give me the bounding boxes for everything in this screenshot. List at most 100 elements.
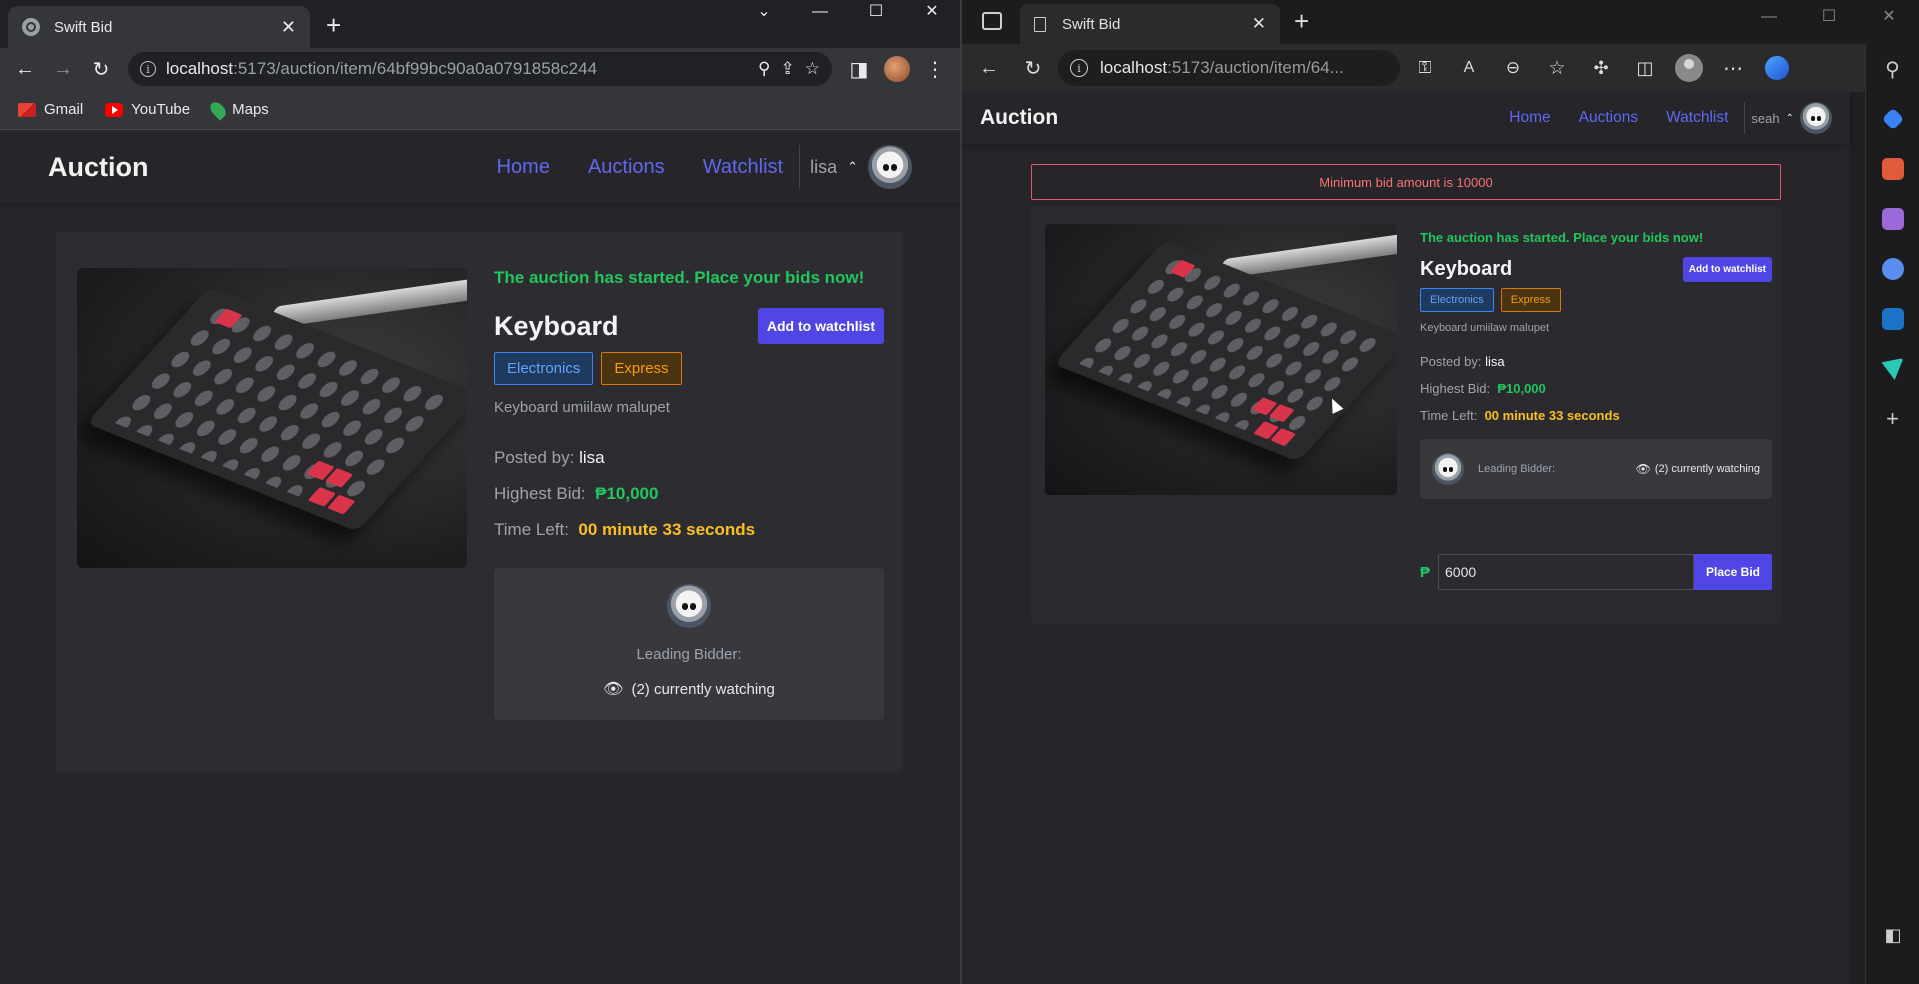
read-aloud-icon[interactable]: A: [1450, 50, 1488, 86]
bookmark-youtube[interactable]: YouTube: [105, 101, 190, 118]
brand-logo[interactable]: Auction: [980, 106, 1058, 130]
profile-avatar[interactable]: [1670, 50, 1708, 86]
reload-icon[interactable]: ↻: [1014, 50, 1052, 86]
keyboard-photo: [1045, 224, 1397, 495]
sidebar-drop[interactable]: [1866, 344, 1919, 394]
user-menu[interactable]: lisa ⌃: [799, 145, 912, 189]
sidebar-m365[interactable]: [1866, 244, 1919, 294]
site-info-icon[interactable]: i: [1070, 59, 1088, 77]
leading-bidder-avatar: [667, 584, 711, 628]
split-screen-icon[interactable]: ◫: [1626, 50, 1664, 86]
bookmark-star-icon[interactable]: ☆: [805, 59, 820, 79]
sidebar-search[interactable]: ⚲: [1866, 44, 1919, 94]
nav-auctions[interactable]: Auctions: [1579, 109, 1638, 127]
menu-kebab-icon[interactable]: ⋮: [918, 52, 952, 86]
user-menu[interactable]: seah ⌃: [1744, 102, 1832, 134]
close-tab-icon[interactable]: ✕: [281, 17, 296, 38]
minimize-button[interactable]: —: [792, 0, 848, 26]
site-info-icon[interactable]: i: [140, 61, 156, 77]
more-menu-icon[interactable]: ⋯: [1714, 50, 1752, 86]
item-details: The auction has started. Place your bids…: [494, 268, 884, 720]
bid-amount-input[interactable]: [1438, 554, 1694, 590]
maximize-button[interactable]: ☐: [848, 0, 904, 26]
address-bar[interactable]: i localhost:5173/auction/item/64...: [1058, 50, 1400, 86]
add-to-watchlist-button[interactable]: Add to watchlist: [1682, 257, 1772, 282]
brand-logo[interactable]: Auction: [48, 152, 149, 183]
edge-tab[interactable]: Swift Bid ✕: [1020, 4, 1280, 44]
sidebar-shopping[interactable]: [1866, 94, 1919, 144]
monitor-stand: [271, 277, 467, 328]
address-bar[interactable]: i localhost:5173/auction/item/64bf99bc90…: [128, 52, 832, 86]
copilot-icon[interactable]: [1758, 50, 1796, 86]
bookmark-gmail[interactable]: Gmail: [18, 101, 83, 118]
back-icon[interactable]: ←: [8, 52, 42, 86]
bookmark-maps[interactable]: Maps: [207, 98, 269, 121]
avatar[interactable]: [868, 145, 912, 189]
tab-search-icon[interactable]: ⌄: [736, 0, 792, 26]
place-bid-button[interactable]: Place Bid: [1694, 554, 1772, 590]
zoom-out-icon[interactable]: ⊖: [1494, 50, 1532, 86]
toolbox-icon: [1881, 158, 1904, 180]
desktop: Swift Bid ✕ + ⌄ — ☐ ✕ ← → ↻ i localhost:…: [0, 0, 1919, 984]
key-icon[interactable]: ⚿: [1406, 50, 1444, 86]
side-panel-icon[interactable]: ◨: [842, 52, 876, 86]
extensions-icon[interactable]: ✣: [1582, 50, 1620, 86]
tag-express[interactable]: Express: [1500, 288, 1561, 312]
tab-title: Swift Bid: [54, 18, 113, 36]
zoom-icon[interactable]: ⚲: [758, 59, 770, 79]
chrome-tab[interactable]: Swift Bid ✕: [8, 6, 310, 48]
edge-toolbar: ← ↻ i localhost:5173/auction/item/64... …: [962, 44, 1919, 92]
gmail-icon: [18, 102, 36, 117]
new-tab-button[interactable]: +: [1294, 6, 1309, 37]
reload-icon[interactable]: ↻: [84, 52, 118, 86]
edge-sidebar: ⚲ + ◧: [1865, 44, 1919, 984]
leading-bidder-label: Leading Bidder:: [1478, 463, 1556, 475]
avatar[interactable]: [1800, 102, 1832, 134]
time-left-row: Time Left: 00 minute 33 seconds: [1420, 408, 1620, 423]
nav-home[interactable]: Home: [1509, 109, 1550, 127]
youtube-icon: [105, 102, 124, 117]
edge-window: Swift Bid ✕ + — ☐ ✕ ← ↻ i localhost:5173…: [962, 0, 1919, 984]
monitor-stand: [1220, 232, 1397, 279]
sidebar-tools[interactable]: [1866, 144, 1919, 194]
new-tab-button[interactable]: +: [326, 10, 341, 41]
nav-home[interactable]: Home: [497, 156, 550, 179]
leading-bidder-box: Leading Bidder: 👁 (2) currently watching: [1420, 439, 1772, 499]
tab-actions-icon[interactable]: [982, 12, 1002, 30]
username: seah: [1751, 110, 1780, 126]
share-icon[interactable]: ⇪: [781, 59, 795, 79]
chrome-tab-bar: Swift Bid ✕ + ⌄ — ☐ ✕: [0, 0, 960, 48]
forward-icon[interactable]: →: [46, 52, 80, 86]
sidebar-outlook[interactable]: [1866, 294, 1919, 344]
add-icon: +: [1886, 406, 1899, 431]
chevron-up-icon: ⌃: [847, 159, 858, 174]
favorite-star-icon[interactable]: ☆: [1538, 50, 1576, 86]
auction-page: Auction Home Auctions Watchlist lisa ⌃ T…: [0, 131, 960, 984]
close-tab-icon[interactable]: ✕: [1252, 14, 1266, 34]
site-navbar: Auction Home Auctions Watchlist seah ⌃: [962, 92, 1850, 144]
url-text[interactable]: localhost:5173/auction/item/64bf99bc90a0…: [166, 59, 748, 79]
chrome-toolbar: ← → ↻ i localhost:5173/auction/item/64bf…: [0, 48, 960, 90]
error-alert: Minimum bid amount is 10000: [1031, 164, 1781, 200]
sidebar-toggle[interactable]: ◧: [1866, 910, 1919, 960]
nav-watchlist[interactable]: Watchlist: [703, 156, 783, 179]
tag-express[interactable]: Express: [601, 352, 682, 385]
maximize-button[interactable]: ☐: [1799, 0, 1859, 34]
url-text[interactable]: localhost:5173/auction/item/64...: [1100, 58, 1344, 78]
sidebar-games[interactable]: [1866, 194, 1919, 244]
nav-auctions[interactable]: Auctions: [588, 156, 665, 179]
outlook-icon: [1881, 308, 1904, 330]
close-window-button[interactable]: ✕: [1859, 0, 1919, 34]
nav-watchlist[interactable]: Watchlist: [1666, 109, 1728, 127]
tag-electronics[interactable]: Electronics: [494, 352, 594, 385]
tag-electronics[interactable]: Electronics: [1420, 288, 1494, 312]
sidebar-add[interactable]: +: [1866, 394, 1919, 444]
back-icon[interactable]: ←: [970, 50, 1008, 86]
close-window-button[interactable]: ✕: [904, 0, 960, 26]
username: lisa: [810, 156, 838, 177]
add-to-watchlist-button[interactable]: Add to watchlist: [757, 308, 884, 344]
edge-tab-bar: Swift Bid ✕ + — ☐ ✕: [962, 0, 1919, 44]
profile-avatar[interactable]: [880, 52, 914, 86]
tab-title: Swift Bid: [1062, 15, 1121, 33]
minimize-button[interactable]: —: [1739, 0, 1799, 34]
